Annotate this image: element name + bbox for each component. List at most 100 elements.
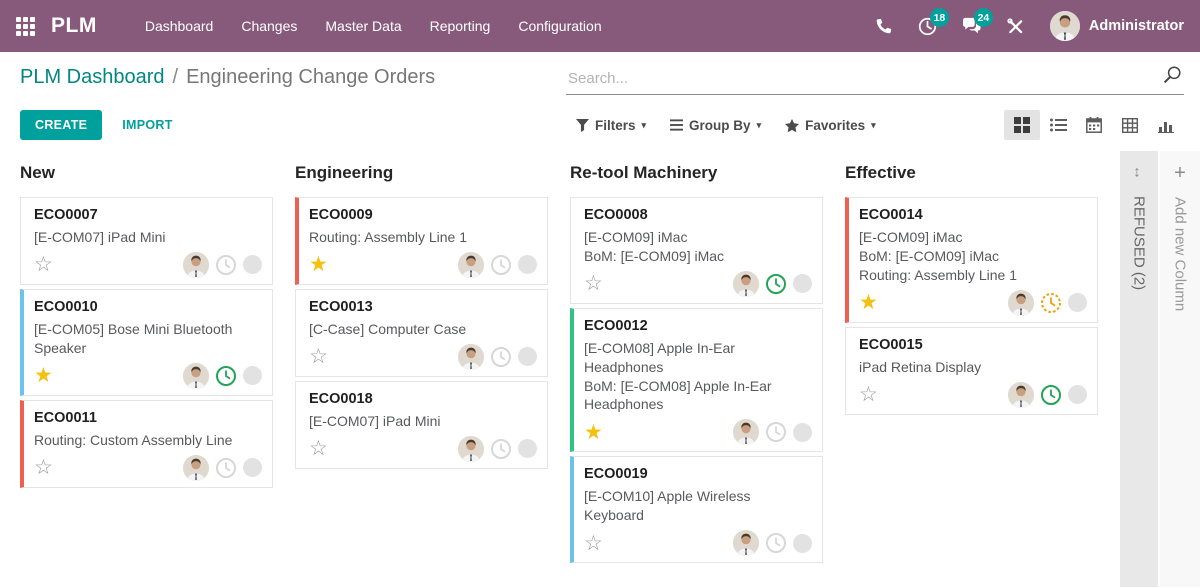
- breadcrumb-parent-link[interactable]: PLM Dashboard: [20, 66, 165, 89]
- assignee-avatar[interactable]: [458, 436, 484, 462]
- kanban-card[interactable]: ECO0014 [E-COM09] iMacBoM: [E-COM09] iMa…: [845, 197, 1098, 323]
- card-footer: ★: [309, 250, 537, 280]
- kanban-card[interactable]: ECO0015 iPad Retina Display ☆: [845, 327, 1098, 415]
- star-icon[interactable]: ☆: [34, 457, 53, 478]
- create-button[interactable]: CREATE: [20, 110, 102, 140]
- star-icon[interactable]: ☆: [584, 533, 603, 554]
- card-body: Routing: Custom Assembly Line: [34, 431, 262, 450]
- column-title[interactable]: Engineering: [295, 163, 548, 183]
- kanban-state-dot[interactable]: [518, 439, 537, 458]
- star-icon[interactable]: ☆: [34, 254, 53, 275]
- kanban-card[interactable]: ECO0018 [E-COM07] iPad Mini ☆: [295, 381, 548, 469]
- search-icon[interactable]: [1162, 65, 1182, 90]
- activity-clock-icon[interactable]: [1040, 384, 1062, 406]
- assignee-avatar[interactable]: [458, 344, 484, 370]
- activity-clock-icon[interactable]: [765, 532, 787, 554]
- caret-down-icon: ▾: [871, 120, 876, 131]
- kanban-card[interactable]: ECO0012 [E-COM08] Apple In-Ear Headphone…: [570, 308, 823, 453]
- assignee-avatar[interactable]: [1008, 382, 1034, 408]
- card-footer: ☆: [309, 342, 537, 372]
- kanban-state-dot[interactable]: [243, 255, 262, 274]
- user-menu[interactable]: Administrator: [1050, 11, 1184, 41]
- kanban-card[interactable]: ECO0019 [E-COM10] Apple Wireless Keyboar…: [570, 456, 823, 563]
- kanban-card[interactable]: ECO0010 [E-COM05] Bose Mini Bluetooth Sp…: [20, 289, 273, 396]
- kanban-columns: New ECO0007 [E-COM07] iPad Mini ☆ ECO001…: [20, 151, 1120, 587]
- kanban-state-dot[interactable]: [518, 255, 537, 274]
- activity-clock-icon[interactable]: [490, 438, 512, 460]
- card-footer: ☆: [34, 250, 262, 280]
- kanban-state-dot[interactable]: [793, 534, 812, 553]
- activity-clock-icon[interactable]: [765, 273, 787, 295]
- menu-master-data[interactable]: Master Data: [311, 0, 415, 52]
- kanban-state-dot[interactable]: [793, 274, 812, 293]
- card-line: BoM: [E-COM09] iMac: [584, 247, 812, 266]
- assignee-avatar[interactable]: [458, 252, 484, 278]
- assignee-avatar[interactable]: [183, 363, 209, 389]
- group-by-bars-icon: [670, 119, 683, 131]
- activity-clock-icon[interactable]: [490, 254, 512, 276]
- favorites-menu[interactable]: Favorites ▾: [785, 118, 876, 133]
- kanban-view-button[interactable]: [1004, 110, 1040, 140]
- messages-icon[interactable]: 24: [962, 16, 982, 36]
- menu-configuration[interactable]: Configuration: [504, 0, 615, 52]
- card-line: [E-COM07] iPad Mini: [34, 228, 262, 247]
- activity-clock-icon[interactable]: [490, 346, 512, 368]
- activities-clock-icon[interactable]: 18: [918, 16, 938, 36]
- filters-menu[interactable]: Filters ▾: [576, 118, 646, 133]
- star-icon[interactable]: ☆: [309, 438, 328, 459]
- list-view-button[interactable]: [1040, 110, 1076, 140]
- group-by-menu[interactable]: Group By ▾: [670, 118, 761, 133]
- assignee-avatar[interactable]: [183, 455, 209, 481]
- assignee-avatar[interactable]: [733, 271, 759, 297]
- star-icon[interactable]: ★: [584, 422, 603, 443]
- activity-clock-icon[interactable]: [215, 254, 237, 276]
- calendar-view-button[interactable]: [1076, 110, 1112, 140]
- expand-column-icon[interactable]: ↔: [1131, 165, 1148, 180]
- activity-clock-icon[interactable]: [215, 365, 237, 387]
- pivot-view-button[interactable]: [1112, 110, 1148, 140]
- star-icon[interactable]: ☆: [584, 273, 603, 294]
- activity-clock-icon[interactable]: [1040, 292, 1062, 314]
- kanban-card[interactable]: ECO0007 [E-COM07] iPad Mini ☆: [20, 197, 273, 285]
- star-icon[interactable]: ★: [859, 292, 878, 313]
- star-icon[interactable]: ☆: [859, 384, 878, 405]
- developer-tools-icon[interactable]: [1006, 16, 1026, 36]
- star-icon[interactable]: ☆: [309, 346, 328, 367]
- add-new-column-button[interactable]: + Add new Column: [1160, 151, 1200, 587]
- menu-dashboard[interactable]: Dashboard: [131, 0, 228, 52]
- kanban-state-dot[interactable]: [518, 347, 537, 366]
- assignee-avatar[interactable]: [733, 530, 759, 556]
- star-icon[interactable]: ★: [34, 365, 53, 386]
- assignee-avatar[interactable]: [183, 252, 209, 278]
- star-icon[interactable]: ★: [309, 254, 328, 275]
- kanban-state-dot[interactable]: [793, 423, 812, 442]
- activity-clock-icon[interactable]: [765, 421, 787, 443]
- kanban-state-dot[interactable]: [243, 366, 262, 385]
- kanban-card[interactable]: ECO0009 Routing: Assembly Line 1 ★: [295, 197, 548, 285]
- phone-icon[interactable]: [874, 16, 894, 36]
- kanban-state-dot[interactable]: [1068, 293, 1087, 312]
- kanban-card[interactable]: ECO0008 [E-COM09] iMacBoM: [E-COM09] iMa…: [570, 197, 823, 304]
- import-button[interactable]: IMPORT: [122, 118, 172, 132]
- menu-changes[interactable]: Changes: [227, 0, 311, 52]
- column-title[interactable]: New: [20, 163, 273, 183]
- kanban-state-dot[interactable]: [1068, 385, 1087, 404]
- graph-view-button[interactable]: [1148, 110, 1184, 140]
- collapsed-column-refused[interactable]: ↔ REFUSED (2): [1120, 151, 1158, 587]
- app-brand[interactable]: PLM: [51, 14, 97, 38]
- search-input[interactable]: [566, 66, 1184, 94]
- kanban-card[interactable]: ECO0013 [C-Case] Computer Case ☆: [295, 289, 548, 377]
- kanban-column: New ECO0007 [E-COM07] iPad Mini ☆ ECO001…: [20, 151, 273, 587]
- activity-clock-icon[interactable]: [215, 457, 237, 479]
- card-line: Routing: Assembly Line 1: [309, 228, 537, 247]
- assignee-avatar[interactable]: [1008, 290, 1034, 316]
- menu-reporting[interactable]: Reporting: [416, 0, 505, 52]
- apps-menu-icon[interactable]: [16, 17, 35, 36]
- kanban-card[interactable]: ECO0011 Routing: Custom Assembly Line ☆: [20, 400, 273, 488]
- card-body: [E-COM09] iMacBoM: [E-COM09] iMac: [584, 228, 812, 266]
- column-title[interactable]: Effective: [845, 163, 1098, 183]
- assignee-avatar[interactable]: [733, 419, 759, 445]
- column-title[interactable]: Re-tool Machinery: [570, 163, 823, 183]
- card-line: BoM: [E-COM08] Apple In-Ear Headphones: [584, 377, 812, 415]
- kanban-state-dot[interactable]: [243, 458, 262, 477]
